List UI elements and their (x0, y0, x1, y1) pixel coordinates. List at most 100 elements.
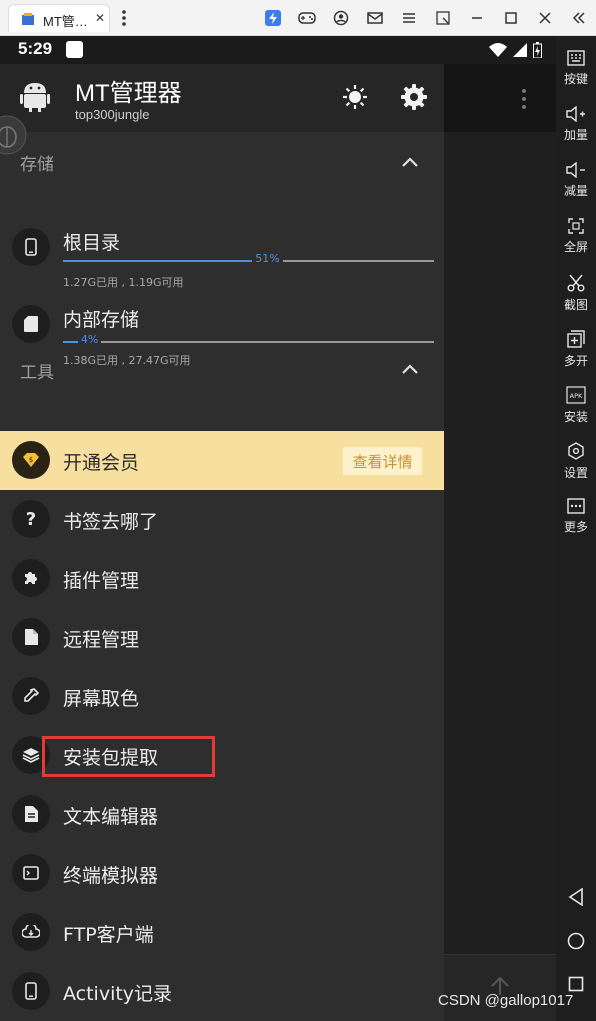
fullscreen-icon (568, 218, 584, 234)
background-app (444, 64, 556, 1021)
kebab-menu-icon[interactable] (120, 8, 128, 28)
tool-label: 插件管理 (63, 570, 140, 592)
wifi-icon (489, 43, 507, 57)
tool-item-ftp[interactable]: FTP客户端 (0, 903, 444, 962)
notification-icon (66, 41, 83, 58)
vip-label: 开通会员 (63, 452, 140, 474)
sidebar-item-settings[interactable]: 设置 (556, 442, 596, 481)
puzzle-icon (12, 559, 50, 597)
storage-label: 内部存储 (63, 309, 140, 331)
signal-icon (513, 43, 527, 57)
sidebar-label: 全屏 (563, 240, 588, 254)
annotation-highlight-box (42, 736, 215, 777)
sidebar-item-volume-up[interactable]: 加量 (556, 106, 596, 143)
scissors-icon (567, 274, 585, 292)
boost-icon[interactable] (256, 0, 290, 36)
view-details-button[interactable]: 查看详情 (343, 447, 422, 475)
vip-row[interactable]: $ 开通会员 查看详情 (0, 431, 444, 490)
restore-window-icon[interactable] (426, 0, 460, 36)
apk-install-icon: APK (566, 386, 586, 404)
sidebar-item-volume-down[interactable]: 减量 (556, 162, 596, 199)
tool-item-bookmarks[interactable]: ? 书签去哪了 (0, 490, 444, 549)
sidebar-item-keys[interactable]: 按键 (556, 50, 596, 87)
back-button[interactable] (556, 888, 596, 906)
tool-label: 终端模拟器 (63, 865, 159, 887)
close-icon[interactable] (528, 0, 562, 36)
android-screen: 5:29 MT管理器 top300jungle 存储 根目录 51% 1.27G… (0, 36, 556, 1021)
maximize-icon[interactable] (494, 0, 528, 36)
account-icon[interactable] (324, 0, 358, 36)
settings-hex-icon (568, 442, 584, 460)
app-title: MT管理器 (75, 80, 182, 107)
storage-progress-bar: 51% (63, 252, 434, 265)
mail-icon[interactable] (358, 0, 392, 36)
volume-up-icon (566, 106, 585, 122)
hamburger-menu-icon[interactable] (392, 0, 426, 36)
window-tab[interactable]: MT管… ✕ (8, 4, 110, 32)
sd-card-icon (12, 305, 50, 343)
tool-label: 文本编辑器 (63, 806, 159, 828)
sidebar-label: 加量 (563, 128, 588, 142)
recents-button[interactable] (556, 976, 596, 992)
sidebar-label: 减量 (563, 184, 588, 198)
storage-detail: 1.27G已用 , 1.19G可用 (63, 276, 184, 289)
recents-square-icon (568, 976, 584, 992)
sidebar-item-multi-open[interactable]: 多开 (556, 330, 596, 369)
document-icon (12, 795, 50, 833)
tool-item-color-picker[interactable]: 屏幕取色 (0, 667, 444, 726)
tool-label: 远程管理 (63, 629, 140, 651)
chevron-up-icon[interactable] (400, 363, 420, 375)
app-subtitle: top300jungle (75, 107, 150, 122)
tab-title: MT管… (43, 14, 88, 29)
storage-progress-fill (63, 341, 78, 343)
sidebar-item-more[interactable]: 更多 (556, 498, 596, 535)
sidebar-label: 安装 (563, 410, 588, 424)
phone-icon (12, 972, 50, 1010)
terminal-icon (12, 854, 50, 892)
brightness-icon[interactable] (342, 84, 368, 110)
storage-percent: 4% (77, 333, 102, 346)
tool-item-text-editor[interactable]: 文本编辑器 (0, 785, 444, 844)
tool-label: 屏幕取色 (63, 688, 140, 710)
sidebar-label: 按键 (563, 72, 588, 86)
keyboard-icon (567, 50, 585, 66)
home-button[interactable] (556, 932, 596, 950)
storage-progress-bar: 4% (63, 333, 434, 346)
navigation-drawer: MT管理器 top300jungle 存储 根目录 51% 1.27G已用 , … (0, 64, 444, 1021)
multi-open-icon (567, 330, 585, 348)
tool-item-plugins[interactable]: 插件管理 (0, 549, 444, 608)
sidebar-item-screenshot[interactable]: 截图 (556, 274, 596, 313)
background-toolbar (444, 64, 556, 132)
drawer-header: MT管理器 top300jungle (0, 64, 444, 132)
gamepad-icon[interactable] (290, 0, 324, 36)
sidebar-item-install[interactable]: APK 安装 (556, 386, 596, 425)
tab-close-icon[interactable]: ✕ (95, 11, 105, 25)
ladybug-float-icon[interactable] (0, 114, 28, 156)
gear-icon[interactable] (401, 84, 427, 110)
storage-progress-fill (63, 260, 253, 262)
emulator-title-bar: MT管… ✕ (0, 0, 596, 36)
vip-diamond-icon: $ (12, 441, 50, 479)
emulator-sidebar: 按键 加量 减量 全屏 截图 多开 APK 安装 设置 更多 (556, 36, 596, 1021)
tool-item-terminal[interactable]: 终端模拟器 (0, 844, 444, 903)
status-bar: 5:29 (0, 36, 556, 64)
section-title-tools: 工具 (20, 363, 54, 383)
storage-label: 根目录 (63, 232, 121, 254)
sidebar-label: 多开 (563, 354, 588, 368)
minimize-icon[interactable] (460, 0, 494, 36)
overflow-menu-icon[interactable] (521, 88, 527, 110)
tool-label: Activity记录 (63, 983, 173, 1005)
phone-icon (12, 228, 50, 266)
storage-item-root[interactable]: 根目录 51% 1.27G已用 , 1.19G可用 (0, 228, 444, 308)
collapse-sidebar-icon[interactable] (562, 0, 596, 36)
sidebar-item-fullscreen[interactable]: 全屏 (556, 218, 596, 255)
chevron-up-icon[interactable] (400, 156, 420, 168)
sidebar-label: 截图 (563, 298, 588, 312)
android-robot-icon (20, 83, 50, 112)
tool-item-activity[interactable]: Activity记录 (0, 962, 444, 1021)
app-tab-icon (22, 13, 34, 25)
tool-item-remote[interactable]: 远程管理 (0, 608, 444, 667)
storage-item-internal[interactable]: 内部存储 4% 1.38G已用 , 27.47G可用 (0, 305, 444, 385)
question-icon: ? (12, 500, 50, 538)
more-icon (567, 498, 585, 514)
